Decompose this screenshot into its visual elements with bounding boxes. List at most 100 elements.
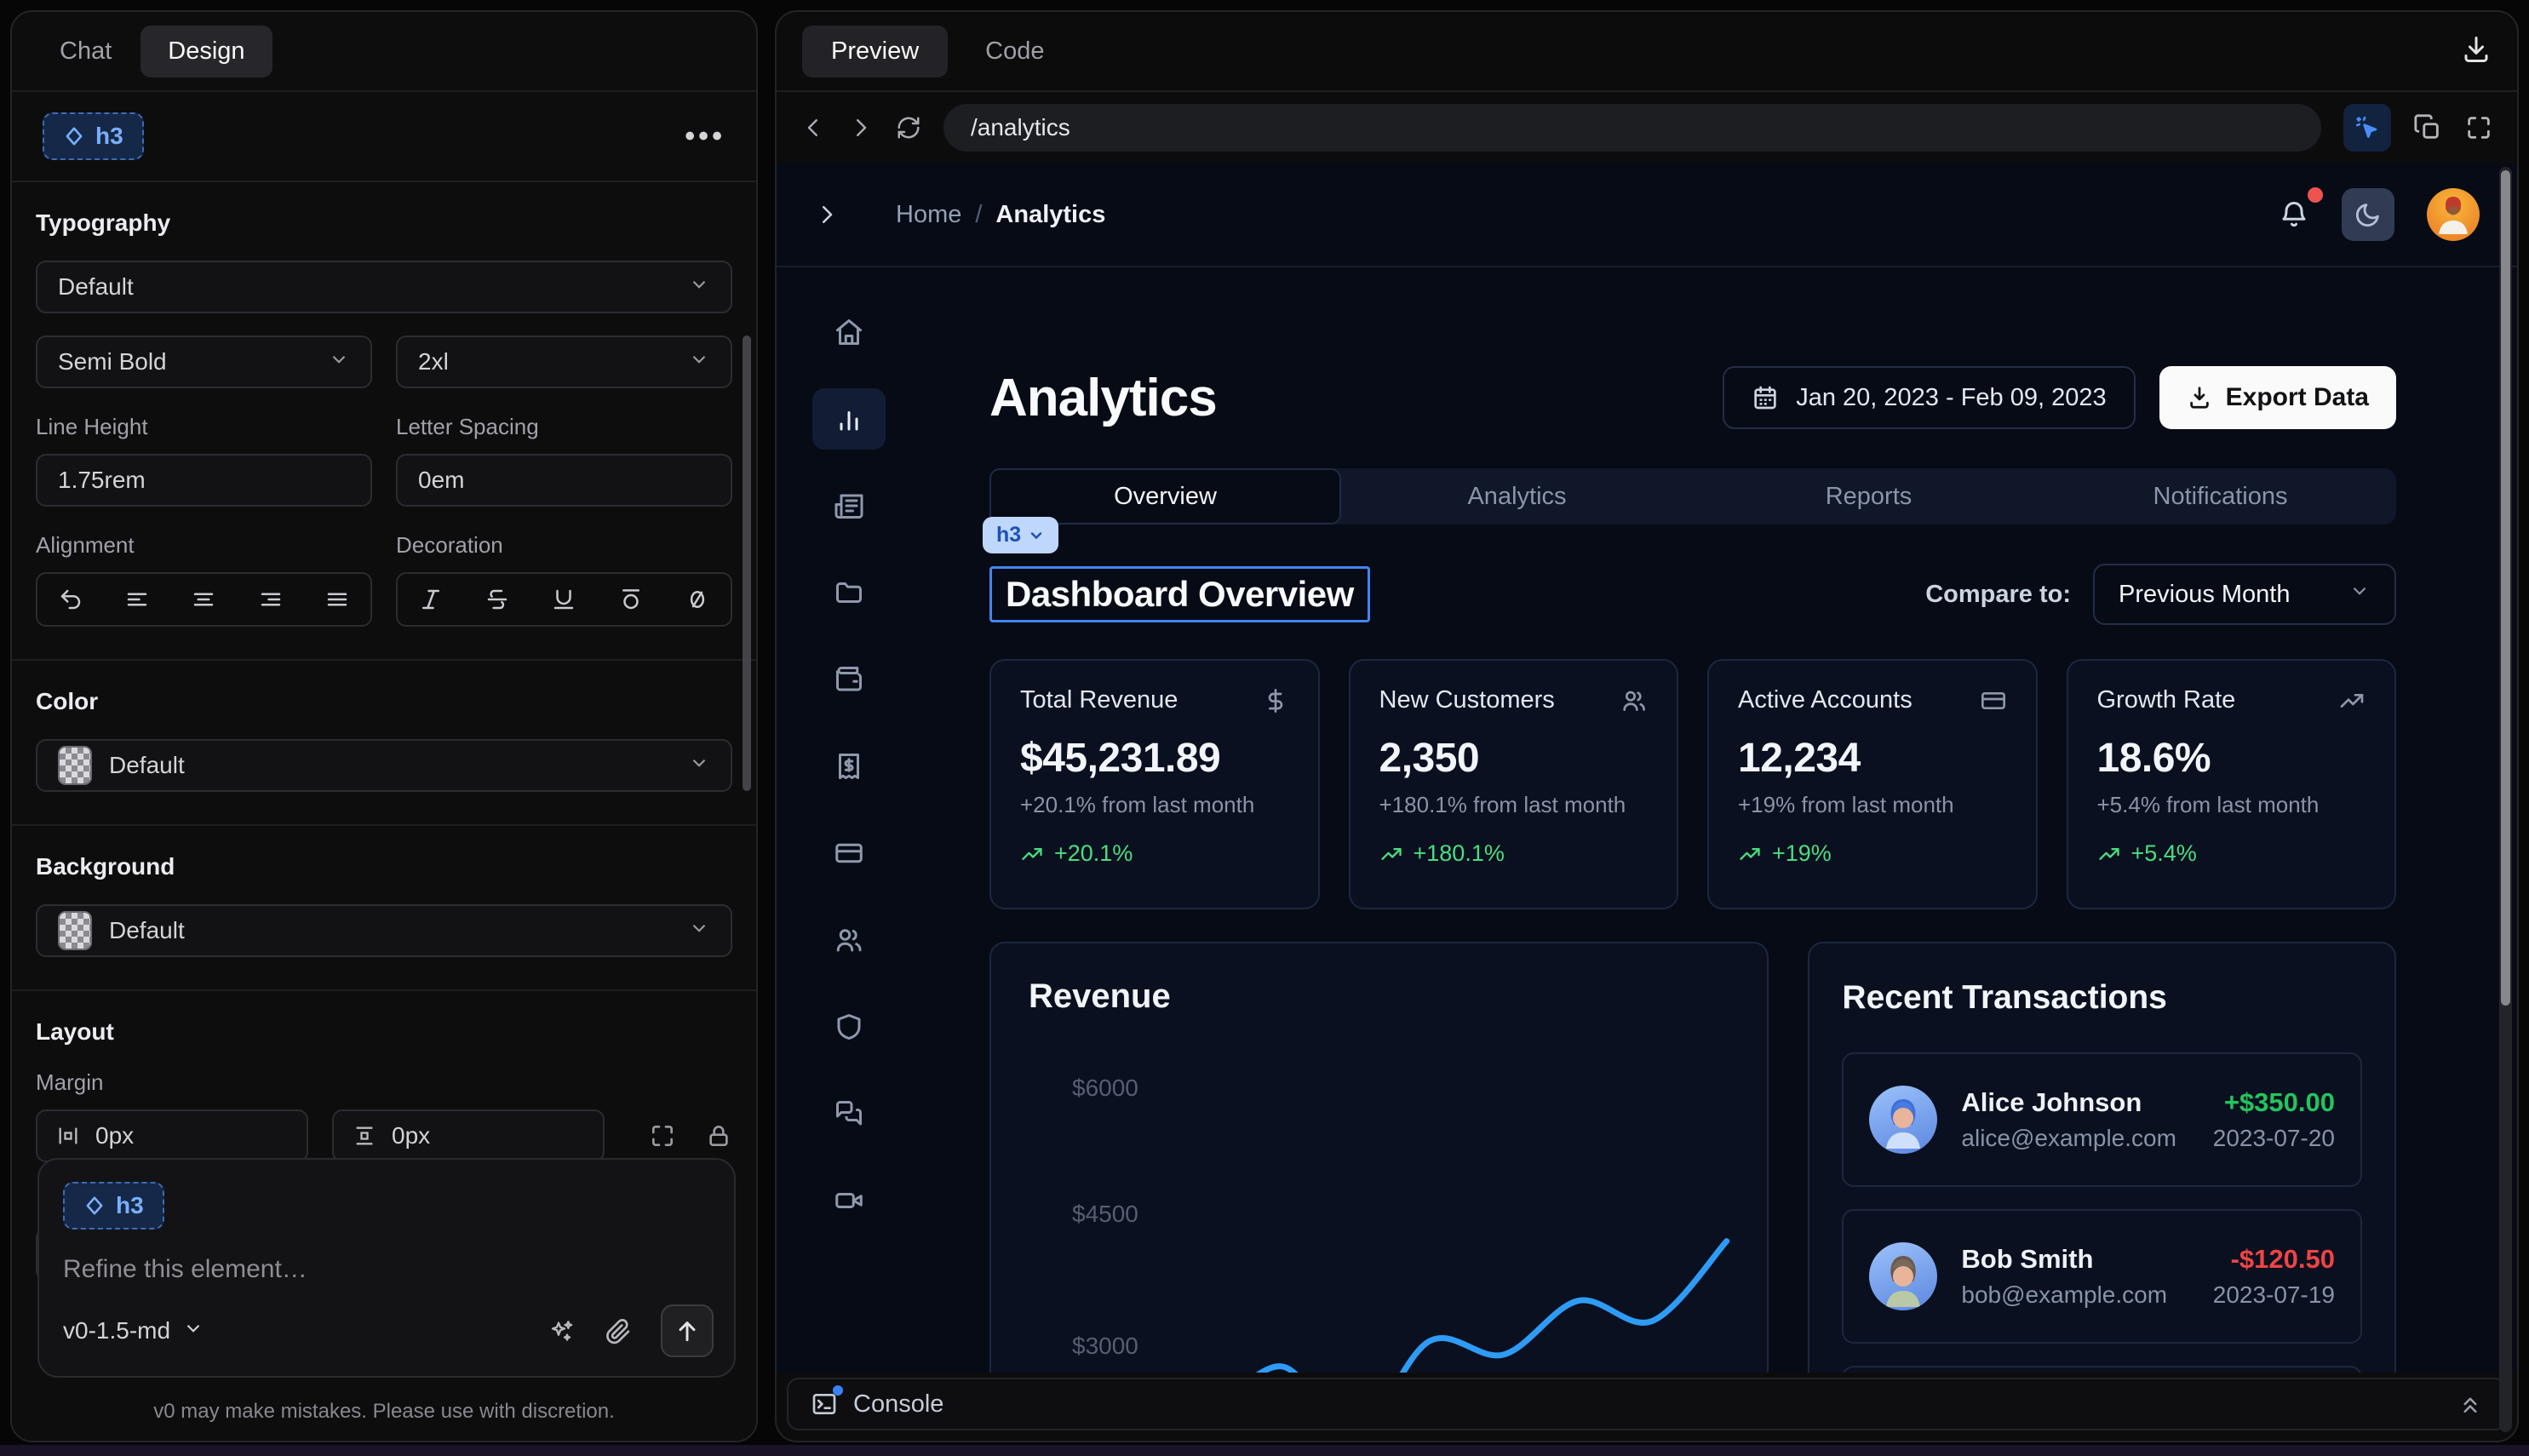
strikethrough-icon[interactable] — [473, 579, 522, 620]
download-icon[interactable] — [2461, 34, 2492, 69]
align-left-icon[interactable] — [112, 579, 162, 620]
tab-reports[interactable]: Reports — [1693, 468, 2044, 525]
chevrons-up-icon[interactable] — [2457, 1391, 2483, 1417]
sidebar-item-files[interactable] — [812, 562, 886, 623]
line-height-input[interactable]: 1.75rem — [36, 454, 372, 507]
page-title: Analytics — [989, 368, 1217, 428]
paperclip-icon[interactable] — [605, 1317, 632, 1344]
undo-icon[interactable] — [46, 579, 95, 620]
stat-change: +20.1% from last month — [1020, 792, 1289, 818]
prompt-input[interactable]: Refine this element… — [63, 1255, 710, 1284]
transaction-date: 2023-07-20 — [2213, 1125, 2335, 1152]
align-center-icon[interactable] — [179, 579, 228, 620]
stat-change: +19% from last month — [1738, 792, 2007, 818]
tab-preview[interactable]: Preview — [802, 26, 948, 77]
sidebar-item-news[interactable] — [812, 475, 886, 536]
chevron-down-icon — [688, 917, 710, 945]
inspect-cursor-icon[interactable] — [2343, 104, 2391, 152]
diamond-icon — [83, 1195, 106, 1217]
expand-icon[interactable] — [649, 1122, 676, 1149]
font-size-select[interactable]: 2xl — [396, 335, 732, 388]
date-range-value: Jan 20, 2023 - Feb 09, 2023 — [1796, 384, 2106, 412]
export-data-button[interactable]: Export Data — [2159, 366, 2396, 429]
calendar-icon — [1752, 384, 1779, 411]
sidebar-item-analytics[interactable] — [812, 388, 886, 450]
v0-workspace: Chat Design h3 ••• Typography Default Se… — [0, 0, 2529, 1456]
tab-code[interactable]: Code — [985, 37, 1044, 66]
user-avatar[interactable] — [2427, 188, 2480, 241]
typography-label: Typography — [36, 209, 732, 237]
back-icon[interactable] — [800, 115, 826, 140]
sidebar-item-wallet[interactable] — [812, 649, 886, 710]
stat-title: Total Revenue — [1020, 686, 1178, 714]
moon-icon — [2354, 200, 2383, 229]
sidebar-item-video[interactable] — [812, 1170, 886, 1231]
stat-value: 18.6% — [2097, 735, 2366, 782]
transaction-row[interactable]: Bob Smith bob@example.com -$120.50 2023-… — [1842, 1209, 2362, 1344]
date-range-button[interactable]: Jan 20, 2023 - Feb 09, 2023 — [1723, 366, 2135, 429]
underline-icon[interactable] — [539, 579, 588, 620]
revenue-line-chart — [991, 943, 1767, 1373]
trending-up-icon — [1020, 842, 1044, 866]
send-button[interactable] — [661, 1304, 714, 1357]
preview-scrollbar[interactable] — [2499, 167, 2512, 1432]
sparkles-icon[interactable] — [548, 1317, 576, 1344]
tab-notifications[interactable]: Notifications — [2044, 468, 2396, 525]
margin-y-input[interactable]: 0px — [332, 1109, 605, 1162]
url-input[interactable] — [943, 104, 2321, 152]
tab-design[interactable]: Design — [140, 26, 272, 77]
theme-toggle-button[interactable] — [2342, 188, 2394, 241]
breadcrumb-home[interactable]: Home — [896, 201, 961, 229]
selected-element-tag-pill[interactable]: h3 — [983, 517, 1058, 553]
alignment-toolbar — [36, 572, 372, 627]
copy-icon[interactable] — [2413, 113, 2442, 142]
design-panel-scrollbar[interactable] — [743, 335, 751, 791]
prompt-element-badge[interactable]: h3 — [63, 1182, 164, 1230]
selection-outline[interactable]: Dashboard Overview — [989, 566, 1370, 622]
no-decoration-icon[interactable] — [673, 579, 722, 620]
app-main: Analytics Jan 20, 2023 - Feb 09, 2023 Ex… — [921, 267, 2517, 1373]
overline-icon[interactable] — [606, 579, 656, 620]
chevron-down-icon — [328, 348, 350, 376]
sidebar-item-home[interactable] — [812, 301, 886, 363]
sidebar-item-billing[interactable] — [812, 736, 886, 797]
transaction-name: Bob Smith — [1961, 1244, 2167, 1275]
transaction-row[interactable]: Alice Johnson alice@example.com +$350.00… — [1842, 1052, 2362, 1187]
italic-icon[interactable] — [406, 579, 456, 620]
color-section: Color Default — [12, 661, 756, 826]
preview-scrollbar-thumb[interactable] — [2501, 170, 2510, 1006]
forward-icon[interactable] — [848, 115, 874, 140]
refresh-icon[interactable] — [896, 115, 921, 140]
align-justify-icon[interactable] — [313, 579, 362, 620]
more-menu-icon[interactable]: ••• — [685, 132, 725, 140]
sidebar-item-cards[interactable] — [812, 823, 886, 884]
bell-icon[interactable] — [2279, 199, 2309, 230]
compare-select[interactable]: Previous Month — [2093, 564, 2396, 625]
sidebar-item-customers[interactable] — [812, 909, 886, 971]
tab-analytics[interactable]: Analytics — [1341, 468, 1693, 525]
letter-spacing-input[interactable]: 0em — [396, 454, 732, 507]
color-select[interactable]: Default — [36, 739, 732, 792]
margin-x-input[interactable]: 0px — [36, 1109, 308, 1162]
transaction-row-partial[interactable] — [1842, 1366, 2362, 1373]
model-select[interactable]: v0-1.5-md — [63, 1317, 204, 1345]
stat-trend-value: +20.1% — [1054, 840, 1133, 867]
tab-chat[interactable]: Chat — [43, 26, 129, 77]
font-select[interactable]: Default — [36, 261, 732, 313]
background-select[interactable]: Default — [36, 904, 732, 957]
font-select-value: Default — [58, 273, 134, 301]
sidebar-expand-icon[interactable] — [814, 202, 840, 227]
fullscreen-icon[interactable] — [2464, 113, 2493, 142]
sidebar-item-messages[interactable] — [812, 1083, 886, 1144]
lock-icon[interactable] — [705, 1122, 732, 1149]
sidebar-item-security[interactable] — [812, 996, 886, 1058]
selected-element-badge[interactable]: h3 — [43, 112, 144, 160]
font-size-value: 2xl — [418, 348, 449, 375]
font-weight-select[interactable]: Semi Bold — [36, 335, 372, 388]
section-heading: Dashboard Overview — [1006, 574, 1354, 615]
recent-transactions-card: Recent Transactions Alice Johnson alice@… — [1808, 942, 2396, 1373]
align-right-icon[interactable] — [246, 579, 295, 620]
console-bar[interactable]: Console — [787, 1378, 2507, 1430]
transaction-email: bob@example.com — [1961, 1281, 2167, 1309]
chevron-down-icon — [1028, 527, 1045, 544]
